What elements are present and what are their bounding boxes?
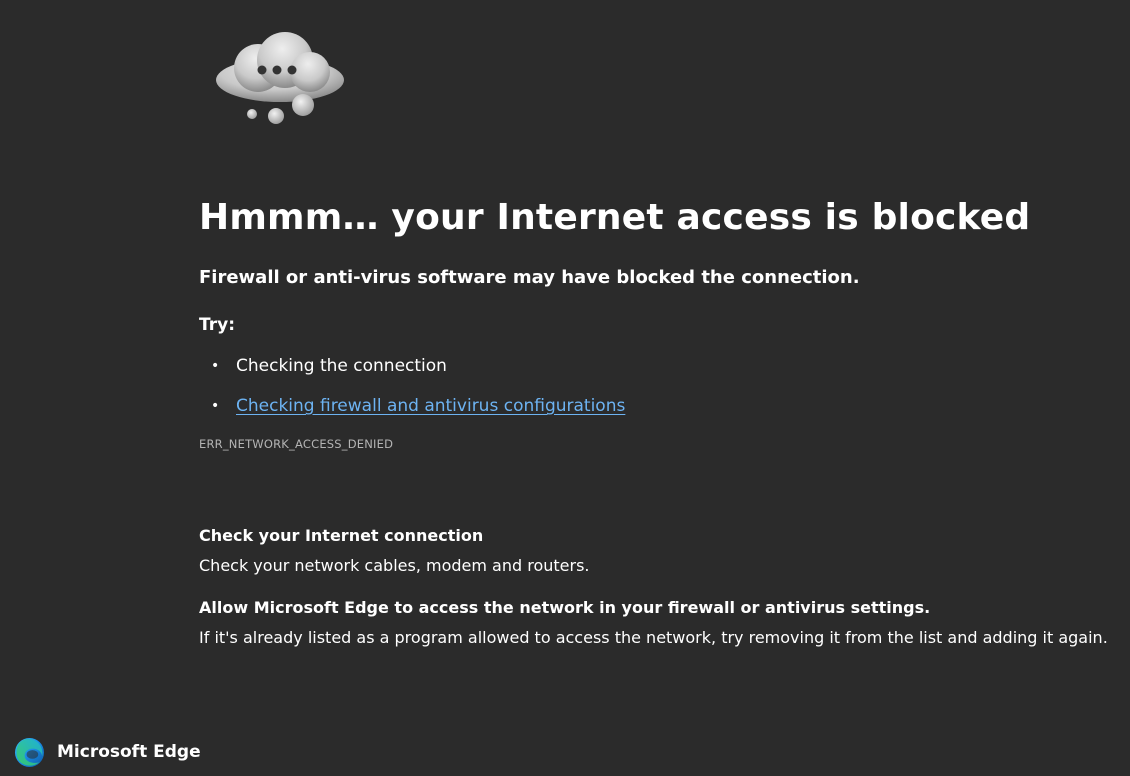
firewall-config-link[interactable]: Checking firewall and antivirus configur… [236, 396, 625, 416]
suggestion-list: • Checking the connection • Checking fir… [199, 354, 1099, 418]
try-label: Try: [199, 315, 235, 335]
help-text: Check your network cables, modem and rou… [199, 556, 590, 575]
error-subtitle: Firewall or anti-virus software may have… [199, 267, 860, 288]
error-page: Hmmm… your Internet access is blocked Fi… [0, 0, 1130, 776]
help-block-firewall: Allow Microsoft Edge to access the netwo… [199, 596, 1108, 650]
thinking-cloud-icon [216, 32, 344, 124]
edge-logo-icon [14, 737, 45, 767]
page-title: Hmmm… your Internet access is blocked [199, 197, 1031, 238]
help-block-connection: Check your Internet connection Check you… [199, 524, 1099, 578]
help-title: Allow Microsoft Edge to access the netwo… [199, 598, 931, 617]
suggestion-check-connection: Checking the connection [236, 356, 447, 376]
help-section: Check your Internet connection Check you… [199, 524, 1108, 650]
list-item: • Checking the connection [199, 354, 1099, 378]
brand-footer: Microsoft Edge [14, 736, 201, 768]
bullet-icon: • [211, 358, 220, 374]
main-content: Hmmm… your Internet access is blocked Fi… [199, 196, 1108, 650]
help-title: Check your Internet connection [199, 526, 484, 545]
list-item: • Checking firewall and antivirus config… [199, 394, 1099, 418]
brand-name: Microsoft Edge [57, 742, 201, 762]
help-text: If it's already listed as a program allo… [199, 628, 1108, 647]
error-code: ERR_NETWORK_ACCESS_DENIED [199, 437, 394, 451]
bullet-icon: • [211, 398, 220, 414]
